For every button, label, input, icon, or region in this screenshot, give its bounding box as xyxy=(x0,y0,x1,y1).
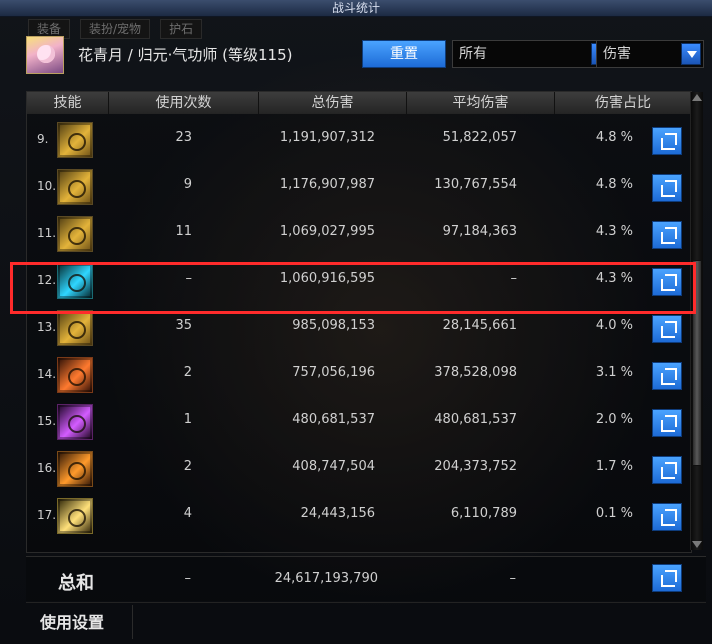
share-icon[interactable] xyxy=(652,409,682,437)
summary-row: 总和 – 24,617,193,790 – xyxy=(26,556,706,601)
metric-select[interactable]: 伤害 xyxy=(596,40,704,68)
share-icon[interactable] xyxy=(652,503,682,531)
table-scrollbar[interactable] xyxy=(690,92,703,550)
usage-settings-button[interactable]: 使用设置 xyxy=(40,609,104,633)
table-rows: 9. 23 1,191,907,312 51,822,057 4.8 % 10.… xyxy=(27,114,691,552)
filter-select-value: 所有 xyxy=(459,46,487,62)
filter-select[interactable]: 所有 xyxy=(452,40,614,68)
footer-bar: 使用设置 xyxy=(26,602,706,643)
share-icon[interactable] xyxy=(652,315,682,343)
stats-header: 花青月 / 归元·气功师 (等级115) 重置 所有 伤害 xyxy=(26,34,704,78)
window-titlebar: 战斗统计 xyxy=(0,0,712,17)
combat-stats-window: 战斗统计 装备 装扮/宠物 护石 花青月 / 归元·气功师 (等级115) 重置… xyxy=(0,0,712,644)
table-row: 14. 2 757,056,196 378,528,098 3.1 % xyxy=(27,349,691,396)
col-ratio-header: 伤害占比 xyxy=(555,92,691,114)
row-ratio: 3.1 % xyxy=(595,365,633,380)
share-icon[interactable] xyxy=(652,456,682,484)
table-row: 11. 11 1,069,027,995 97,184,363 4.3 % xyxy=(27,208,691,255)
table-row: 16. 2 408,747,504 204,373,752 1.7 % xyxy=(27,443,691,490)
character-label: 花青月 / 归元·气功师 (等级115) xyxy=(78,46,293,64)
table-row: 10. 9 1,176,907,987 130,767,554 4.8 % xyxy=(27,161,691,208)
col-skill-header: 技能 xyxy=(27,92,109,114)
reset-button[interactable]: 重置 xyxy=(362,40,446,68)
col-total-header: 总伤害 xyxy=(259,92,407,114)
window-title: 战斗统计 xyxy=(331,1,380,15)
col-count-header: 使用次数 xyxy=(109,92,259,114)
summary-avg: – xyxy=(509,571,517,586)
col-avg-header: 平均伤害 xyxy=(407,92,555,114)
table-header: 技能 使用次数 总伤害 平均伤害 伤害占比 xyxy=(27,92,691,114)
table-row: 12. – 1,060,916,595 – 4.3 % xyxy=(27,255,691,302)
metric-select-value: 伤害 xyxy=(603,46,631,62)
row-ratio: 4.3 % xyxy=(595,271,633,286)
avatar xyxy=(26,36,64,74)
row-ratio: 4.3 % xyxy=(595,224,633,239)
share-icon[interactable] xyxy=(652,127,682,155)
scroll-thumb[interactable] xyxy=(692,260,702,466)
table-row: 15. 1 480,681,537 480,681,537 2.0 % xyxy=(27,396,691,443)
share-icon[interactable] xyxy=(652,268,682,296)
scroll-up-arrow-icon[interactable] xyxy=(692,94,702,101)
row-ratio: 1.7 % xyxy=(595,459,633,474)
table-row: 17. 4 24,443,156 6,110,789 0.1 % xyxy=(27,490,691,537)
share-icon[interactable] xyxy=(652,221,682,249)
row-ratio: 4.8 % xyxy=(595,130,633,145)
share-icon[interactable] xyxy=(652,174,682,202)
row-ratio: 4.0 % xyxy=(595,318,633,333)
share-icon[interactable] xyxy=(652,362,682,390)
row-ratio: 4.8 % xyxy=(595,177,633,192)
footer-divider xyxy=(132,605,133,639)
chevron-down-icon[interactable] xyxy=(681,43,701,65)
table-row: 13. 35 985,098,153 28,145,661 4.0 % xyxy=(27,302,691,349)
scroll-down-arrow-icon[interactable] xyxy=(692,541,702,548)
row-ratio: 2.0 % xyxy=(595,412,633,427)
table-row: 9. 23 1,191,907,312 51,822,057 4.8 % xyxy=(27,114,691,161)
row-ratio: 0.1 % xyxy=(595,506,633,521)
share-icon[interactable] xyxy=(652,564,682,592)
skill-damage-table: 技能 使用次数 总伤害 平均伤害 伤害占比 9. 23 1,191,907,31… xyxy=(26,91,692,553)
